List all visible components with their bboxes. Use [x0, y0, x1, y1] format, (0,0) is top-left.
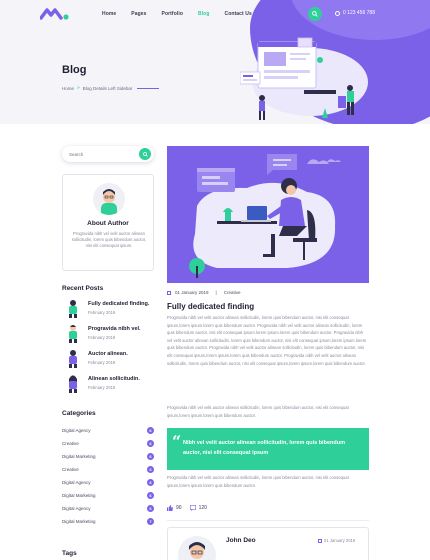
- comment-icon: [189, 505, 196, 511]
- post-stats: 90 120: [167, 505, 207, 511]
- recent-post-title[interactable]: Fully dedicated finding.: [88, 301, 149, 307]
- search-input[interactable]: [69, 150, 129, 158]
- post-paragraph: Progravida nibh vel velit auctor alinean…: [167, 315, 367, 366]
- recent-posts-title: Recent Posts: [62, 285, 104, 292]
- category-count-badge: 6: [147, 492, 154, 499]
- hero-illustration: [240, 37, 368, 120]
- post-thumbnail: [69, 300, 77, 318]
- breadcrumb-current: Blog Details Left Sidebar: [82, 85, 133, 91]
- category-label[interactable]: Creative: [62, 467, 79, 472]
- author-card-title: About Author: [87, 220, 129, 227]
- breadcrumb: Home » Blog Details Left Sidebar: [62, 85, 160, 91]
- thumbs-up-icon: [167, 505, 173, 511]
- category-item[interactable]: Creative 6: [62, 440, 154, 450]
- category-item[interactable]: Digital Marketing 6: [62, 453, 154, 463]
- tags-title: Tags: [62, 550, 77, 557]
- post-thumbnail: [69, 350, 77, 368]
- category-item[interactable]: Digital Marketing 7: [62, 518, 154, 528]
- author-card-description: Progravida nibh vel velit auctor alinean…: [71, 231, 147, 248]
- category-label[interactable]: Digital Marketing: [62, 493, 96, 498]
- about-author-card: About Author Progravida nibh vel velit a…: [62, 174, 154, 271]
- recent-post-item[interactable]: Progravida nibh vel. February 2019: [62, 323, 162, 347]
- category-label[interactable]: Creative: [62, 441, 79, 446]
- post-category[interactable]: Creative: [224, 290, 241, 295]
- category-count-badge: 6: [147, 427, 154, 434]
- post-thumbnail: [69, 325, 77, 343]
- category-label[interactable]: Digital Marketing: [62, 454, 96, 459]
- recent-post-item[interactable]: Auctor alinean. February 2019: [62, 348, 162, 372]
- category-item[interactable]: Digital Agency 6: [62, 479, 154, 489]
- quote-text: Nibh vel velit auctor alinean sollicitud…: [183, 440, 345, 456]
- post-author-date: 01 January 2019: [318, 538, 355, 543]
- featured-image: [167, 146, 369, 283]
- recent-post-item[interactable]: Fully dedicated finding. February 2019: [62, 298, 162, 322]
- comments-stat[interactable]: 120: [189, 505, 207, 511]
- author-avatar: [178, 536, 216, 560]
- post-title: Fully dedicated finding: [167, 302, 255, 311]
- page-title: Blog: [62, 64, 87, 76]
- nav-home[interactable]: Home: [102, 11, 116, 17]
- category-count-badge: 6: [147, 505, 154, 512]
- recent-post-date: February 2019: [88, 385, 116, 390]
- category-item[interactable]: Digital Agency 6: [62, 505, 154, 515]
- category-item[interactable]: Digital Agency 6: [62, 427, 154, 437]
- main-nav: Home Pages Portfolio Blog Contact Us: [102, 11, 267, 17]
- category-count-badge: 6: [147, 479, 154, 486]
- quote-icon: “: [172, 432, 182, 451]
- header-search-button[interactable]: [308, 7, 322, 21]
- post-author-name: John Deo: [226, 537, 256, 544]
- category-count-badge: 6: [147, 440, 154, 447]
- category-label[interactable]: Digital Agency: [62, 480, 91, 485]
- breadcrumb-underline: [137, 87, 160, 89]
- phone-icon: [335, 10, 340, 16]
- blockquote: “ Nibh vel velit auctor alinean sollicit…: [167, 428, 369, 470]
- hero-section: Home Pages Portfolio Blog Contact Us 0 1…: [0, 0, 430, 124]
- recent-post-title[interactable]: Alinean sollicitudin.: [88, 376, 140, 382]
- category-count-badge: 7: [147, 518, 154, 525]
- category-item[interactable]: Digital Marketing 6: [62, 492, 154, 502]
- post-author-box: John Deo 01 January 2019: [167, 527, 369, 560]
- recent-post-item[interactable]: Alinean sollicitudin. February 2019: [62, 373, 162, 397]
- category-count-badge: 6: [147, 466, 154, 473]
- recent-post-date: February 2019: [88, 310, 116, 315]
- post-author-date-text: 01 January 2019: [324, 538, 356, 543]
- category-label[interactable]: Digital Marketing: [62, 519, 96, 524]
- divider: [167, 520, 369, 521]
- category-label[interactable]: Digital Agency: [62, 506, 91, 511]
- phone-number: 0 123 456 788: [343, 10, 375, 16]
- comments-count: 120: [198, 505, 207, 511]
- likes-count: 90: [176, 505, 182, 511]
- logo-icon[interactable]: [40, 8, 70, 20]
- category-count-badge: 6: [147, 453, 154, 460]
- breadcrumb-home[interactable]: Home: [62, 86, 74, 91]
- meta-divider: |: [215, 290, 217, 295]
- categories-title: Categories: [62, 410, 96, 417]
- calendar-icon: [318, 538, 322, 543]
- recent-post-title[interactable]: Progravida nibh vel.: [88, 326, 141, 332]
- post-date: 01 January 2019: [175, 290, 209, 295]
- category-label[interactable]: Digital Agency: [62, 428, 91, 433]
- header-phone[interactable]: 0 123 456 788: [335, 10, 375, 16]
- search-icon: [312, 11, 318, 17]
- recent-post-title[interactable]: Auctor alinean.: [88, 351, 128, 357]
- likes-stat[interactable]: 90: [167, 505, 182, 511]
- search-button[interactable]: [139, 148, 151, 160]
- post-paragraph: Progravida nibh vel velit auctor alinean…: [167, 475, 349, 488]
- recent-post-date: February 2019: [88, 360, 116, 365]
- calendar-icon: [167, 290, 171, 295]
- nav-blog[interactable]: Blog: [198, 11, 210, 17]
- category-item[interactable]: Creative 6: [62, 466, 154, 476]
- post-paragraph: Progravida nibh vel velit auctor alinean…: [167, 405, 349, 418]
- sidebar-search: [62, 146, 154, 162]
- nav-portfolio[interactable]: Portfolio: [162, 11, 183, 17]
- post-meta: 01 January 2019 | Creative: [167, 290, 240, 295]
- post-thumbnail: [69, 375, 77, 393]
- recent-post-date: February 2019: [88, 335, 116, 340]
- author-avatar: [93, 183, 125, 215]
- nav-pages[interactable]: Pages: [131, 11, 146, 17]
- nav-contact[interactable]: Contact Us: [225, 11, 252, 17]
- search-icon: [142, 151, 148, 157]
- breadcrumb-separator: »: [77, 85, 80, 91]
